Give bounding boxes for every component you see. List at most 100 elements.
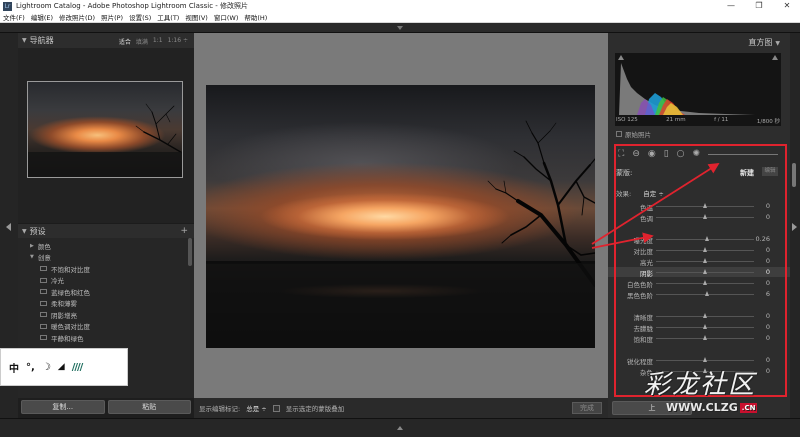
radial-filter-tool-icon[interactable]: ○ [677,149,685,159]
previous-button[interactable]: 上 [612,401,692,415]
preset-list-scrollbar[interactable] [188,238,192,266]
right-panel-edge[interactable] [790,33,800,418]
slider-value[interactable]: 0 [766,367,770,375]
slider-value[interactable]: 0 [766,279,770,287]
slider-thumb[interactable] [702,313,707,318]
preset-item[interactable]: 暖色调对比度 [18,321,194,333]
slider-value[interactable]: 0 [766,312,770,320]
zoom-fill-option[interactable]: 填满 [136,37,148,46]
image-workspace[interactable] [194,33,608,398]
zoom-fit-option[interactable]: 适合 [119,37,131,46]
top-panel-toggle-strip[interactable] [0,23,800,33]
red-eye-tool-icon[interactable]: ◉ [648,149,656,159]
slider-value[interactable]: 6 [766,290,770,298]
zoom-1-1-option[interactable]: 1:1 [153,37,163,46]
collapse-right-arrow-icon[interactable] [792,223,797,231]
slider-thumb[interactable] [702,214,707,219]
minimize-button[interactable]: — [718,0,744,12]
slider-thumb[interactable] [702,368,707,373]
presets-header[interactable]: ▼ 预设 + [18,223,194,238]
right-panel-scrollbar[interactable] [792,163,796,187]
expand-triangle-icon[interactable]: ▼ [22,37,27,44]
menu-develop[interactable]: 修改照片(D) [56,12,98,22]
moon-icon[interactable]: ☽ [42,362,51,373]
slider-thumb[interactable] [705,291,710,296]
expand-triangle-icon[interactable]: ▼ [775,40,780,47]
slider-thumb[interactable] [702,357,707,362]
ime-language-toggle[interactable]: 中 [9,360,19,375]
preset-item[interactable]: 蓝绿色和红色 [18,286,194,298]
slider-thumb[interactable] [702,324,707,329]
folder-expanded-icon[interactable]: ▼ [30,254,34,260]
preset-item[interactable]: 平静和绿色 [18,332,194,344]
slider-value[interactable]: 0 [766,356,770,364]
menu-tools[interactable]: 工具(T) [154,12,182,22]
preset-item[interactable]: 阴影增亮 [18,309,194,321]
highlight-clipping-icon[interactable] [772,55,778,60]
menu-settings[interactable]: 设置(S) [126,12,154,22]
slider-value[interactable]: 0 [766,323,770,331]
shadow-clipping-icon[interactable] [618,55,624,60]
ime-punctuation-toggle[interactable]: °, [26,362,35,373]
graduated-filter-tool-icon[interactable]: ▯ [664,149,669,159]
collapse-left-arrow-icon[interactable] [6,223,11,231]
slider-thumb[interactable] [702,335,707,340]
histogram-chart[interactable] [615,53,781,126]
add-preset-icon[interactable]: + [180,226,188,236]
mask-new-button[interactable]: 新建 [740,168,754,178]
zoom-1-16-option[interactable]: 1:16 ÷ [168,37,188,46]
original-photo-checkbox[interactable] [616,131,622,137]
ime-menu-icon[interactable]: //// [72,362,84,373]
slider-value[interactable]: 0 [766,213,770,221]
slider-value[interactable]: 0 [766,268,770,276]
slider-value[interactable]: 0.26 [756,235,770,243]
slider-value[interactable]: 0 [766,334,770,342]
histogram-header[interactable]: 直方图 ▼ [748,37,780,48]
slider-thumb[interactable] [705,236,710,241]
paste-settings-button[interactable]: 粘贴 [107,400,191,414]
menu-file[interactable]: 文件(F) [0,12,28,22]
slider-thumb[interactable] [702,203,707,208]
folder-collapsed-icon[interactable]: ▶ [30,243,34,249]
slider-label: 黑色色阶 [627,292,653,300]
menu-window[interactable]: 窗口(W) [211,12,242,22]
menu-help[interactable]: 帮助(H) [241,12,270,22]
preset-folder[interactable]: ▶ 颜色 [18,240,194,252]
close-button[interactable]: ✕ [774,0,800,12]
preset-folder[interactable]: ▼ 创意 [18,252,194,264]
show-edit-pins-select[interactable]: 总是 ÷ [246,403,267,413]
maximize-button[interactable]: ❐ [746,0,772,12]
expand-filmstrip-arrow-icon[interactable] [397,426,403,430]
slider-value[interactable]: 0 [766,257,770,265]
filmstrip-toggle-strip[interactable] [0,418,800,437]
navigator-header[interactable]: ▼ 导航器 适合 填满 1:1 1:16 ÷ [18,33,194,48]
crop-tool-icon[interactable]: ⛶ [618,149,624,159]
done-button[interactable]: 完成 [572,402,602,414]
slider-thumb[interactable] [702,247,707,252]
preset-item[interactable]: 柔和薄雾 [18,298,194,310]
copy-settings-button[interactable]: 复制... [21,400,105,414]
menu-photo[interactable]: 照片(P) [98,12,126,22]
preset-item[interactable]: 不饱和对比度 [18,263,194,275]
menu-edit[interactable]: 编辑(E) [28,12,56,22]
main-photo[interactable] [206,85,595,348]
slider-thumb[interactable] [702,258,707,263]
skin-shirt-icon[interactable]: ◢ [58,362,65,372]
expand-triangle-icon[interactable]: ▼ [22,228,27,235]
effect-preset-select[interactable]: 自定 ÷ [643,190,664,198]
window-title: Lightroom Catalog - Adobe Photoshop Ligh… [16,2,249,10]
preset-item[interactable]: 冷光 [18,275,194,287]
preset-icon [40,312,47,318]
spot-removal-tool-icon[interactable]: ⊖ [632,149,640,159]
slider-value[interactable]: 0 [766,246,770,254]
slider-thumb[interactable] [702,269,707,274]
show-mask-overlay-checkbox[interactable] [272,404,280,412]
navigator-thumbnail[interactable] [27,81,183,178]
adjustment-brush-tool-icon[interactable]: ✺ [693,149,701,159]
menu-view[interactable]: 视图(V) [182,12,211,22]
collapse-top-arrow-icon[interactable] [397,26,403,30]
original-photo-toggle[interactable]: 原始照片 [616,129,651,139]
mask-edit-button[interactable]: 编辑 [762,167,778,176]
slider-value[interactable]: 0 [766,202,770,210]
slider-thumb[interactable] [702,280,707,285]
